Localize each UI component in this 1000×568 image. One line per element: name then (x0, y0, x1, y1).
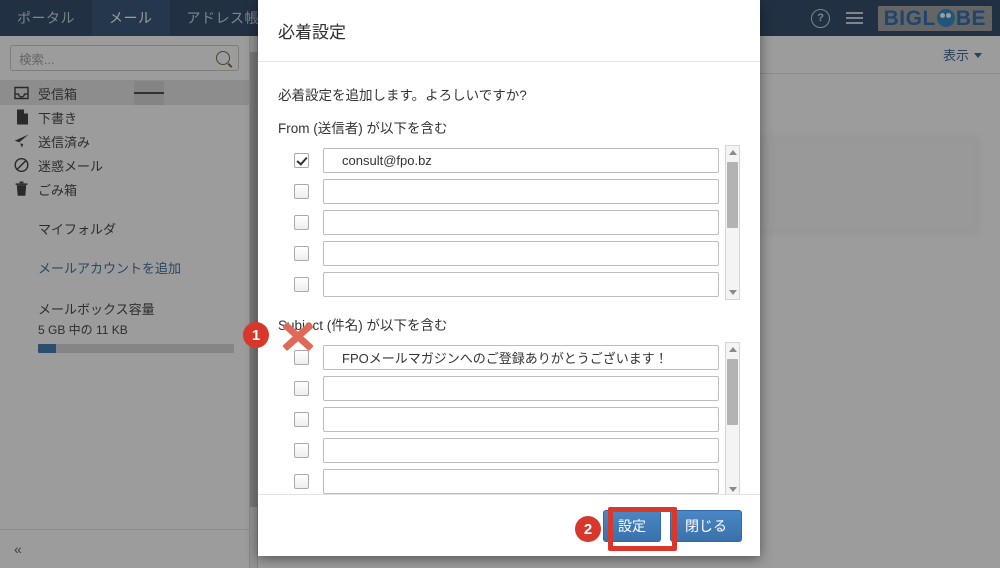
filter-row (278, 269, 719, 300)
scrollbar-thumb[interactable] (727, 359, 738, 425)
from-section-label: From (送信者) が以下を含む (278, 121, 448, 136)
close-dialog-button[interactable]: 閉じる (670, 509, 742, 542)
from-input-4[interactable] (323, 241, 719, 266)
subject-input-2[interactable] (323, 376, 719, 401)
scroll-down-arrow-icon[interactable] (728, 487, 737, 492)
dialog-body: 必着設定を追加します。よろしいですか? From (送信者) が以下を含む Su… (258, 62, 760, 494)
from-checkbox-5[interactable] (294, 277, 309, 292)
from-checkbox-1[interactable] (294, 153, 309, 168)
filter-row (278, 373, 719, 404)
dialog-lead-text: 必着設定を追加します。よろしいですか? (278, 88, 527, 103)
scroll-up-arrow-icon[interactable] (728, 347, 737, 352)
dialog-footer: 設定 閉じる (258, 494, 760, 556)
x-cross-marker-icon (280, 317, 316, 353)
subject-input-3[interactable] (323, 407, 719, 432)
subject-checkbox-5[interactable] (294, 474, 309, 489)
scroll-down-arrow-icon[interactable] (728, 290, 737, 295)
subject-checkbox-3[interactable] (294, 412, 309, 427)
from-input-1[interactable] (323, 148, 719, 173)
annotation-step-1: 1 (243, 322, 269, 348)
filter-row (278, 435, 719, 466)
filter-row (278, 207, 719, 238)
from-input-2[interactable] (323, 179, 719, 204)
from-input-3[interactable] (323, 210, 719, 235)
subject-input-4[interactable] (323, 438, 719, 463)
subject-field-group (278, 342, 740, 494)
filter-row (278, 404, 719, 435)
filter-row (278, 466, 719, 494)
subject-checkbox-2[interactable] (294, 381, 309, 396)
scroll-up-arrow-icon[interactable] (728, 150, 737, 155)
app-root: 表示 検索... 受信箱 下書き 送信済み 迷惑メール ごみ箱 マイフォルダ メ… (0, 0, 1000, 568)
from-rows (278, 145, 719, 300)
subject-input-1[interactable] (323, 345, 719, 370)
from-input-5[interactable] (323, 272, 719, 297)
from-checkbox-2[interactable] (294, 184, 309, 199)
subject-input-5[interactable] (323, 469, 719, 494)
from-checkbox-3[interactable] (294, 215, 309, 230)
filter-row (278, 342, 719, 373)
submit-settings-button[interactable]: 設定 (603, 509, 661, 542)
subject-rows (278, 342, 719, 494)
dialog-header: 必着設定 (258, 0, 760, 62)
dialog-title: 必着設定 (278, 23, 346, 42)
scrollbar-thumb[interactable] (727, 162, 738, 228)
filter-row (278, 145, 719, 176)
from-field-group (278, 145, 740, 300)
annotation-step-2: 2 (575, 516, 601, 542)
from-scrollbar[interactable] (725, 145, 740, 300)
from-checkbox-4[interactable] (294, 246, 309, 261)
subject-scrollbar[interactable] (725, 342, 740, 494)
required-delivery-settings-dialog: 必着設定 必着設定を追加します。よろしいですか? From (送信者) が以下を… (258, 0, 760, 556)
subject-section-label: Subject (件名) が以下を含む (278, 318, 448, 333)
filter-row (278, 176, 719, 207)
filter-row (278, 238, 719, 269)
subject-checkbox-4[interactable] (294, 443, 309, 458)
